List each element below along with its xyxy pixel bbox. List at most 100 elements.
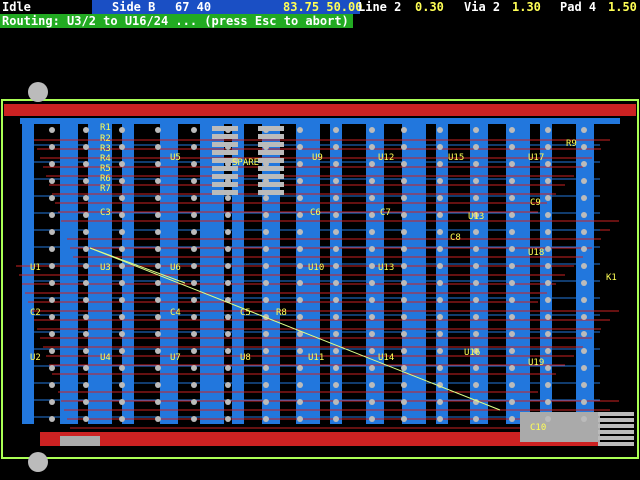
component-pad	[473, 246, 479, 252]
connector-pad	[212, 174, 238, 179]
cursor-real-coords: 83.75 50.00	[283, 0, 363, 14]
component-pad	[437, 348, 443, 354]
component-pad	[263, 263, 269, 269]
component-pad	[581, 382, 587, 388]
component-pad	[49, 161, 55, 167]
component-pad	[155, 246, 161, 252]
component-pad	[49, 331, 55, 337]
component-pad	[83, 297, 89, 303]
component-pad	[401, 263, 407, 269]
component-pad	[401, 399, 407, 405]
component-pad	[49, 144, 55, 150]
component-pad	[83, 212, 89, 218]
connector-pad	[258, 158, 284, 163]
component-pad	[333, 195, 339, 201]
component-pad	[437, 365, 443, 371]
component-pad	[119, 280, 125, 286]
component-ref-label: U18	[528, 248, 544, 258]
component-ref-label: R4	[100, 154, 111, 164]
component-pad	[119, 263, 125, 269]
edge-connector-pad	[598, 442, 634, 446]
component-pad	[369, 195, 375, 201]
component-pad	[509, 399, 515, 405]
component-pad	[49, 229, 55, 235]
component-pad	[155, 178, 161, 184]
component-pad	[545, 280, 551, 286]
component-pad	[225, 331, 231, 337]
component-pad	[191, 195, 197, 201]
component-pad	[263, 212, 269, 218]
bottom-layer-trace	[366, 124, 384, 424]
component-ref-label: U6	[170, 263, 181, 273]
component-pad	[545, 246, 551, 252]
component-pad	[437, 229, 443, 235]
component-pad	[155, 365, 161, 371]
component-pad	[333, 382, 339, 388]
bottom-layer-trace	[122, 124, 134, 424]
component-pad	[509, 263, 515, 269]
mounting-hole	[28, 452, 48, 472]
component-pad	[437, 263, 443, 269]
pcb-board-canvas[interactable]: R1R2R3R4R5R6R7 U5 SPARE U9 U12 U15 U17 R9 C3 C6 C7…	[0, 0, 640, 480]
connector-pad	[212, 134, 238, 139]
connector-pad	[258, 182, 284, 187]
component-pad	[297, 195, 303, 201]
component-pad	[437, 212, 443, 218]
component-pad	[437, 416, 443, 422]
component-pad	[83, 280, 89, 286]
component-pad	[119, 365, 125, 371]
component-pad	[225, 314, 231, 320]
routing-message: Routing: U3/2 to U16/24 ... (press Esc t…	[0, 14, 353, 28]
component-pad	[333, 365, 339, 371]
component-pad	[437, 161, 443, 167]
component-pad	[297, 263, 303, 269]
component-pad	[581, 331, 587, 337]
connector-pad	[258, 126, 284, 131]
component-pad	[119, 399, 125, 405]
component-pad	[473, 280, 479, 286]
component-pad	[191, 314, 197, 320]
component-pad	[155, 263, 161, 269]
bottom-layer-trace	[506, 124, 530, 424]
edge-connector-pad	[598, 418, 634, 422]
component-pad	[297, 229, 303, 235]
component-pad	[49, 178, 55, 184]
component-ref-label: C7	[380, 208, 391, 218]
edge-connector-pad	[598, 412, 634, 416]
component-pad	[297, 416, 303, 422]
component-pad	[581, 297, 587, 303]
component-pad	[473, 331, 479, 337]
component-ref-label: R6	[100, 174, 111, 184]
component-pad	[83, 331, 89, 337]
component-pad	[581, 178, 587, 184]
component-pad	[83, 348, 89, 354]
connector-pad	[258, 166, 284, 171]
component-pad	[581, 280, 587, 286]
component-pad	[401, 178, 407, 184]
component-pad	[473, 365, 479, 371]
component-ref-label: C5	[240, 308, 251, 318]
component-pad	[119, 331, 125, 337]
component-pad	[545, 195, 551, 201]
component-pad	[155, 382, 161, 388]
component-ref-label: C8	[450, 233, 461, 243]
component-ref-label: R9	[566, 139, 577, 149]
component-pad	[509, 416, 515, 422]
component-pad	[263, 195, 269, 201]
component-pad	[263, 280, 269, 286]
component-pad	[509, 161, 515, 167]
component-pad	[119, 416, 125, 422]
pad-size-label: Pad 4	[560, 0, 597, 14]
connector-pad	[212, 126, 238, 131]
bottom-layer-trace	[576, 124, 594, 424]
component-pad	[297, 297, 303, 303]
component-pad	[581, 365, 587, 371]
component-pad	[437, 331, 443, 337]
side-indicator: Side B	[112, 0, 156, 14]
component-ref-label: C6	[310, 208, 321, 218]
edge-connector-pad	[598, 436, 634, 440]
component-pad	[191, 382, 197, 388]
component-pad	[509, 212, 515, 218]
component-pad	[83, 246, 89, 252]
component-ref-label: R2	[100, 134, 111, 144]
